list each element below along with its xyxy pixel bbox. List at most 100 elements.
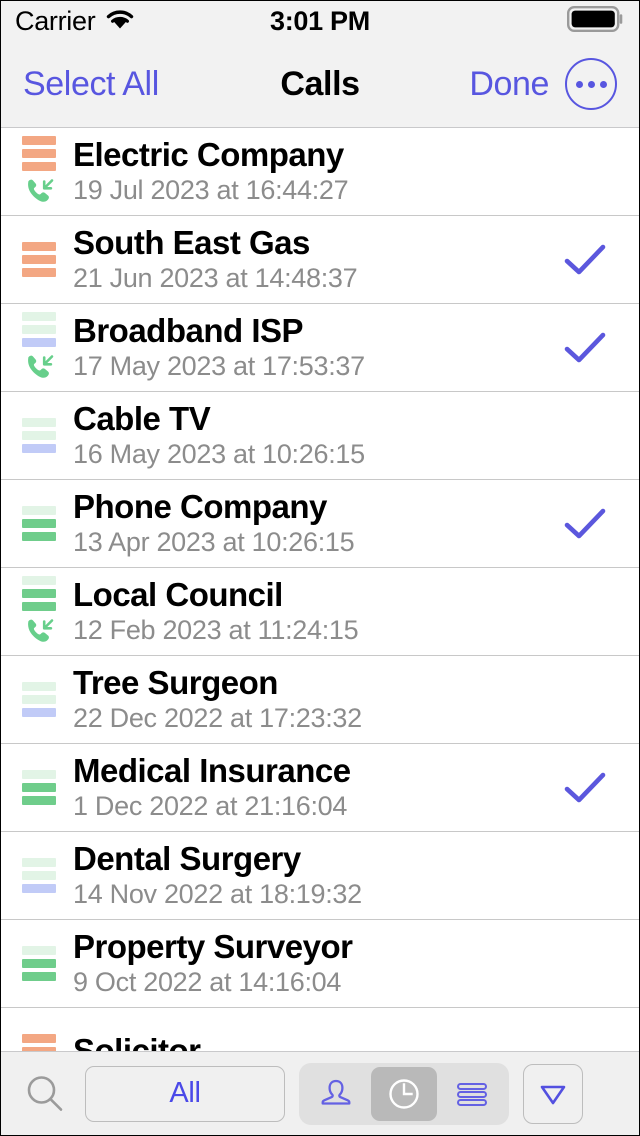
category-bars-icon <box>22 1034 56 1051</box>
row-icon-column <box>1 832 73 920</box>
call-name: South East Gas <box>73 224 310 262</box>
incoming-call-phone-icon <box>22 174 56 208</box>
category-bar-2 <box>22 959 56 968</box>
category-bar-1 <box>22 682 56 691</box>
call-timestamp: 22 Dec 2022 at 17:23:32 <box>73 703 362 734</box>
category-bar-1 <box>22 311 56 321</box>
more-dot-1 <box>575 80 583 88</box>
row-icon-column <box>1 128 73 216</box>
call-name: Phone Company <box>73 488 327 526</box>
status-bar: Carrier 3:01 PM <box>1 1 639 41</box>
row-text-column: Phone Company 13 Apr 2023 at 10:26:15 <box>73 488 557 558</box>
call-name: Electric Company <box>73 136 344 174</box>
row-text-column: Medical Insurance 1 Dec 2022 at 21:16:04 <box>73 752 557 821</box>
call-name: Property Surveyor <box>73 928 353 966</box>
call-timestamp: 9 Oct 2022 at 14:16:04 <box>73 967 342 998</box>
table-row[interactable]: Electric Company 19 Jul 2023 at 16:44:27 <box>1 128 639 216</box>
call-timestamp: 16 May 2023 at 10:26:15 <box>73 439 365 470</box>
category-bars-icon <box>22 242 56 277</box>
category-bar-1 <box>22 135 56 145</box>
row-icon-column <box>1 304 73 392</box>
call-name: Solicitor <box>73 1032 201 1051</box>
call-timestamp: 13 Apr 2023 at 10:26:15 <box>73 527 355 558</box>
filter-triangle-icon[interactable] <box>523 1063 583 1124</box>
search-icon[interactable] <box>19 1066 71 1122</box>
incoming-call-phone-icon <box>22 350 56 384</box>
navigation-bar: Select All Calls Done <box>1 41 639 128</box>
row-icon-column <box>1 744 73 832</box>
carrier-label: Carrier <box>15 5 96 36</box>
app-screen: Carrier 3:01 PM Select All Calls Done El… <box>0 0 640 1136</box>
table-row[interactable]: Tree Surgeon 22 Dec 2022 at 17:23:32 <box>1 656 639 744</box>
done-button[interactable]: Done <box>469 65 549 104</box>
call-timestamp: 19 Jul 2023 at 16:44:27 <box>73 175 349 206</box>
status-bar-right <box>567 5 625 37</box>
row-text-column: Cable TV 16 May 2023 at 10:26:15 <box>73 400 557 470</box>
bottom-toolbar: All <box>1 1051 639 1135</box>
table-row[interactable]: Property Surveyor 9 Oct 2022 at 14:16:04 <box>1 920 639 1008</box>
view-mode-segmented-control <box>299 1062 509 1125</box>
selected-checkmark-icon[interactable] <box>557 328 613 368</box>
category-bars-icon <box>22 770 56 805</box>
category-bar-2 <box>22 1047 56 1051</box>
wifi-icon <box>104 7 136 36</box>
row-text-column: Local Council 12 Feb 2023 at 11:24:15 <box>73 576 557 646</box>
call-name: Medical Insurance <box>73 752 351 790</box>
category-bar-2 <box>22 871 56 880</box>
category-bar-3 <box>22 884 56 893</box>
category-bar-1 <box>22 575 56 585</box>
table-row[interactable]: Medical Insurance 1 Dec 2022 at 21:16:04 <box>1 744 639 832</box>
segment-recents-clock-icon[interactable] <box>371 1066 437 1121</box>
row-text-column: Solicitor <box>73 1032 557 1051</box>
call-timestamp: 14 Nov 2022 at 18:19:32 <box>73 879 362 910</box>
call-timestamp: 21 Jun 2023 at 14:48:37 <box>73 263 358 294</box>
more-ellipsis-icon[interactable] <box>565 58 617 110</box>
category-bar-3 <box>22 796 56 805</box>
segment-contacts-person-icon[interactable] <box>303 1067 369 1121</box>
category-bar-1 <box>22 242 56 251</box>
row-text-column: South East Gas 21 Jun 2023 at 14:48:37 <box>73 224 557 294</box>
navigation-bar-right: Done <box>469 58 617 110</box>
category-bar-3 <box>22 708 56 717</box>
selected-checkmark-icon[interactable] <box>557 504 613 544</box>
call-name: Local Council <box>73 576 283 614</box>
row-text-column: Property Surveyor 9 Oct 2022 at 14:16:04 <box>73 928 557 998</box>
call-name: Tree Surgeon <box>73 664 278 702</box>
row-icon-column <box>1 1008 73 1051</box>
table-row[interactable]: Phone Company 13 Apr 2023 at 10:26:15 <box>1 480 639 568</box>
all-filter-button[interactable]: All <box>85 1065 285 1122</box>
category-bars-icon <box>22 506 56 541</box>
category-bar-3 <box>22 601 56 611</box>
category-bar-2 <box>22 255 56 264</box>
category-bars-icon <box>22 418 56 453</box>
selected-checkmark-icon[interactable] <box>557 768 613 808</box>
selected-checkmark-icon[interactable] <box>557 240 613 280</box>
table-row[interactable]: Cable TV 16 May 2023 at 10:26:15 <box>1 392 639 480</box>
category-bar-2 <box>22 588 56 598</box>
category-bar-1 <box>22 1034 56 1043</box>
row-text-column: Dental Surgery 14 Nov 2022 at 18:19:32 <box>73 840 557 910</box>
category-bars-icon <box>22 135 56 171</box>
table-row[interactable]: South East Gas 21 Jun 2023 at 14:48:37 <box>1 216 639 304</box>
table-row[interactable]: Broadband ISP 17 May 2023 at 17:53:37 <box>1 304 639 392</box>
table-row[interactable]: Dental Surgery 14 Nov 2022 at 18:19:32 <box>1 832 639 920</box>
call-timestamp: 12 Feb 2023 at 11:24:15 <box>73 615 359 646</box>
row-icon-column <box>1 392 73 480</box>
table-row[interactable]: Solicitor <box>1 1008 639 1051</box>
category-bar-2 <box>22 148 56 158</box>
table-row[interactable]: Local Council 12 Feb 2023 at 11:24:15 <box>1 568 639 656</box>
category-bar-2 <box>22 695 56 704</box>
select-all-button[interactable]: Select All <box>23 65 159 104</box>
category-bar-1 <box>22 946 56 955</box>
call-name: Cable TV <box>73 400 211 438</box>
call-list[interactable]: Electric Company 19 Jul 2023 at 16:44:27 S… <box>1 128 639 1051</box>
row-icon-column <box>1 920 73 1008</box>
category-bar-1 <box>22 858 56 867</box>
segment-list-lines-icon[interactable] <box>439 1067 505 1121</box>
category-bar-3 <box>22 532 56 541</box>
category-bars-icon <box>22 311 56 347</box>
row-icon-column <box>1 216 73 304</box>
category-bars-icon <box>22 575 56 611</box>
more-dot-3 <box>599 80 607 88</box>
call-timestamp: 17 May 2023 at 17:53:37 <box>73 351 365 382</box>
